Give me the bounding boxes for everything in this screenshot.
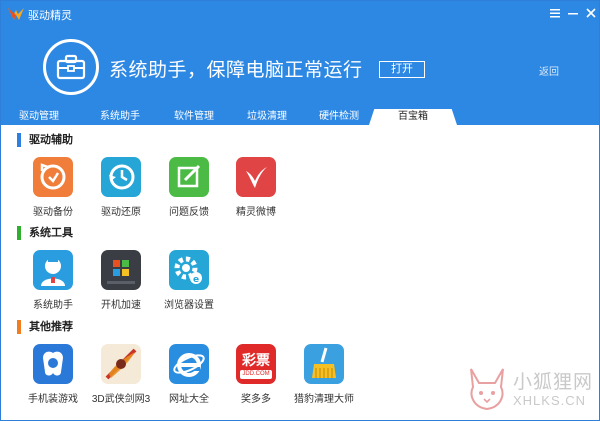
section-header-system-tools: 系统工具 <box>17 226 137 240</box>
phone-game-icon <box>33 344 73 384</box>
section-title: 系统工具 <box>29 227 73 239</box>
watermark: 小狐狸网 XHLKS.CN <box>463 363 593 415</box>
fox-logo-icon <box>470 368 504 411</box>
section-title: 驱动辅助 <box>29 134 73 146</box>
section-header-driver-assist: 驱动辅助 <box>17 133 137 147</box>
ie-browser-icon <box>169 344 209 384</box>
system-assistant-icon <box>33 250 73 290</box>
app-label: 奖多多 <box>241 394 271 405</box>
header: 驱动精灵 系统助手，保障电脑正常运行 打开 返回 驱动管理 系统助手 软件管理 … <box>1 1 599 125</box>
hero-text: 系统助手，保障电脑正常运行 <box>109 60 363 81</box>
app-label: 猎豹清理大师 <box>294 394 354 405</box>
browser-settings-icon: e <box>169 250 209 290</box>
toolbox-icon <box>43 39 99 95</box>
app-label: 问题反馈 <box>169 207 209 218</box>
app-system-assistant[interactable]: 系统助手 <box>18 250 88 311</box>
lottery-badge-text: 彩票 <box>242 352 270 368</box>
app-label: 驱动备份 <box>33 207 73 218</box>
tab-hardware-detection[interactable]: 硬件检测 <box>303 109 375 125</box>
app-boot-speedup[interactable]: 开机加速 <box>86 250 156 311</box>
weibo-icon <box>236 157 276 197</box>
driver-restore-icon <box>101 157 141 197</box>
app-lottery[interactable]: 彩票 JDD.COM 奖多多 <box>221 344 291 405</box>
app-label: 网址大全 <box>169 394 209 405</box>
app-label: 系统助手 <box>33 300 73 311</box>
content-area: 驱动辅助 驱动备份 驱动还原 问题反馈 精灵微博 系统工具 系统助手 开机加速 … <box>1 125 599 420</box>
tab-junk-cleanup[interactable]: 垃圾清理 <box>231 109 303 125</box>
watermark-text-en: XHLKS.CN <box>513 393 587 408</box>
app-label: 浏览器设置 <box>164 300 214 311</box>
section-marker <box>17 133 21 147</box>
app-weibo[interactable]: 精灵微博 <box>221 157 291 218</box>
driver-backup-icon <box>33 157 73 197</box>
app-cleaner[interactable]: 猎豹清理大师 <box>289 344 359 405</box>
close-icon[interactable] <box>583 5 599 21</box>
app-phone-game[interactable]: 手机装游戏 <box>18 344 88 405</box>
app-label: 开机加速 <box>101 300 141 311</box>
watermark-text-cn: 小狐狸网 <box>513 372 594 393</box>
menu-icon[interactable] <box>547 5 563 21</box>
tab-bar: 驱动管理 系统助手 软件管理 垃圾清理 硬件检测 百宝箱 <box>1 109 599 125</box>
app-logo-icon <box>8 8 24 20</box>
section-title: 其他推荐 <box>29 321 73 333</box>
svg-text:e: e <box>193 275 199 285</box>
lottery-badge-sub: JDD.COM <box>240 370 272 379</box>
boot-speedup-icon <box>101 250 141 290</box>
tab-toolbox[interactable]: 百宝箱 <box>369 109 457 125</box>
app-driver-restore[interactable]: 驱动还原 <box>86 157 156 218</box>
app-label: 3D武侠剑网3 <box>91 394 151 405</box>
app-browser-settings[interactable]: e 浏览器设置 <box>154 250 224 311</box>
tab-driver-management[interactable]: 驱动管理 <box>3 109 75 125</box>
app-label: 手机装游戏 <box>28 394 78 405</box>
minimize-icon[interactable] <box>565 5 581 21</box>
app-label: 驱动还原 <box>101 207 141 218</box>
app-label: 精灵微博 <box>236 207 276 218</box>
cleaner-icon <box>304 344 344 384</box>
app-jx3-game[interactable]: 3D武侠剑网3 <box>86 344 156 405</box>
section-header-other-recommendations: 其他推荐 <box>17 320 137 334</box>
feedback-icon <box>169 157 209 197</box>
app-feedback[interactable]: 问题反馈 <box>154 157 224 218</box>
section-marker <box>17 226 21 240</box>
section-marker <box>17 320 21 334</box>
tab-system-assistant[interactable]: 系统助手 <box>84 109 156 125</box>
main-window: 驱动精灵 系统助手，保障电脑正常运行 打开 返回 驱动管理 系统助手 软件管理 … <box>0 0 600 421</box>
jx3-game-icon <box>101 344 141 384</box>
lottery-icon: 彩票 JDD.COM <box>236 344 276 384</box>
back-link[interactable]: 返回 <box>539 63 559 78</box>
titlebar: 驱动精灵 <box>1 1 599 27</box>
tab-software-management[interactable]: 软件管理 <box>158 109 230 125</box>
app-website-directory[interactable]: 网址大全 <box>154 344 224 405</box>
app-title: 驱动精灵 <box>28 10 72 22</box>
open-button[interactable]: 打开 <box>379 61 425 78</box>
app-driver-backup[interactable]: 驱动备份 <box>18 157 88 218</box>
